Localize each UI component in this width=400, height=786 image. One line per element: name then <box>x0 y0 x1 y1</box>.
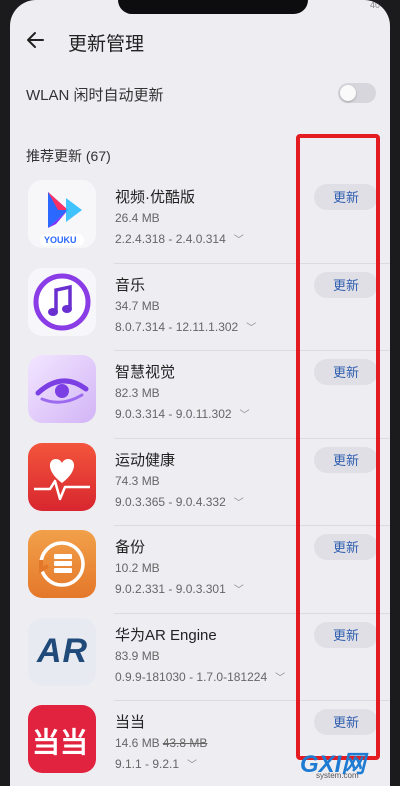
site-watermark: GXI网 system.com <box>300 744 400 784</box>
app-size: 26.4 MB <box>115 211 160 225</box>
app-size: 14.6 MB 43.8 MB <box>115 736 207 750</box>
app-version[interactable]: 9.0.2.331 - 9.0.3.301 ﹀ <box>115 581 244 596</box>
dangdang-icon: 当当 <box>28 705 96 773</box>
version-text: 9.0.3.365 - 9.0.4.332 <box>115 494 226 509</box>
app-name: 备份 <box>115 539 146 556</box>
backup-icon <box>28 530 96 598</box>
app-name: 视频·优酷版 <box>115 189 195 206</box>
chevron-down-icon[interactable]: ﹀ <box>234 494 244 509</box>
version-text: 8.0.7.314 - 12.11.1.302 <box>115 319 239 334</box>
highlight-box <box>296 134 380 760</box>
chevron-down-icon[interactable]: ﹀ <box>187 756 197 771</box>
app-header: 更新管理 <box>10 22 390 62</box>
youku-icon: YOUKU <box>28 180 96 248</box>
page-title: 更新管理 <box>68 34 145 55</box>
new-size: 14.6 MB <box>115 736 160 750</box>
app-size: 83.9 MB <box>115 648 160 663</box>
chevron-down-icon[interactable]: ﹀ <box>234 581 244 596</box>
toggle-knob <box>340 85 356 101</box>
app-name: 智慧视觉 <box>115 364 176 381</box>
app-name: 当当 <box>115 714 146 731</box>
version-text: 9.0.2.331 - 9.0.3.301 <box>115 582 226 596</box>
app-size: 74.3 MB <box>115 473 160 488</box>
camera-notch <box>118 0 308 14</box>
chevron-down-icon[interactable]: ﹀ <box>234 231 244 246</box>
chevron-down-icon[interactable]: ﹀ <box>275 669 285 684</box>
music-icon <box>28 267 96 336</box>
app-version[interactable]: 2.2.4.318 - 2.4.0.314 ﹀ <box>115 231 244 246</box>
old-size: 43.8 MB <box>162 736 208 750</box>
app-version[interactable]: 8.0.7.314 - 12.11.1.302 ﹀ <box>115 319 256 334</box>
app-size: 82.3 MB <box>115 386 160 400</box>
wlan-auto-update-label: WLAN 闲时自动更新 <box>26 87 164 104</box>
youku-logo-text: YOUKU <box>44 235 77 245</box>
app-version[interactable]: 9.0.3.314 - 9.0.11.302 ﹀ <box>115 406 250 421</box>
ar-engine-icon: AR <box>28 617 96 686</box>
version-text: 9.1.1 - 9.2.1 <box>115 757 180 771</box>
app-version[interactable]: 9.1.1 - 9.2.1 ﹀ <box>115 756 197 771</box>
back-arrow-icon[interactable] <box>24 28 48 52</box>
watermark-domain: system.com <box>316 771 359 780</box>
dangdang-logo-text: 当当 <box>32 727 89 758</box>
health-icon <box>28 442 96 511</box>
app-version[interactable]: 0.9.9-181030 - 1.7.0-181224 ﹀ <box>115 669 285 684</box>
wlan-auto-update-row[interactable]: WLAN 闲时自动更新 <box>10 78 390 110</box>
chevron-down-icon[interactable]: ﹀ <box>246 319 256 334</box>
version-text: 2.2.4.318 - 2.4.0.314 <box>115 232 226 246</box>
ar-logo-text: AR <box>37 631 89 670</box>
app-name: 运动健康 <box>115 451 176 469</box>
app-size: 34.7 MB <box>115 298 160 313</box>
app-name: 华为AR Engine <box>115 626 217 644</box>
status-text: 40 <box>369 0 380 10</box>
version-text: 0.9.9-181030 - 1.7.0-181224 <box>115 669 268 684</box>
recommended-updates-heading: 推荐更新 (67) <box>26 148 111 164</box>
vision-icon <box>28 355 96 423</box>
wlan-auto-update-toggle[interactable] <box>338 83 376 103</box>
version-text: 9.0.3.314 - 9.0.11.302 <box>115 407 232 421</box>
app-size: 10.2 MB <box>115 561 160 575</box>
chevron-down-icon[interactable]: ﹀ <box>240 406 250 421</box>
app-name: 音乐 <box>115 276 146 294</box>
app-version[interactable]: 9.0.3.365 - 9.0.4.332 ﹀ <box>115 494 244 509</box>
